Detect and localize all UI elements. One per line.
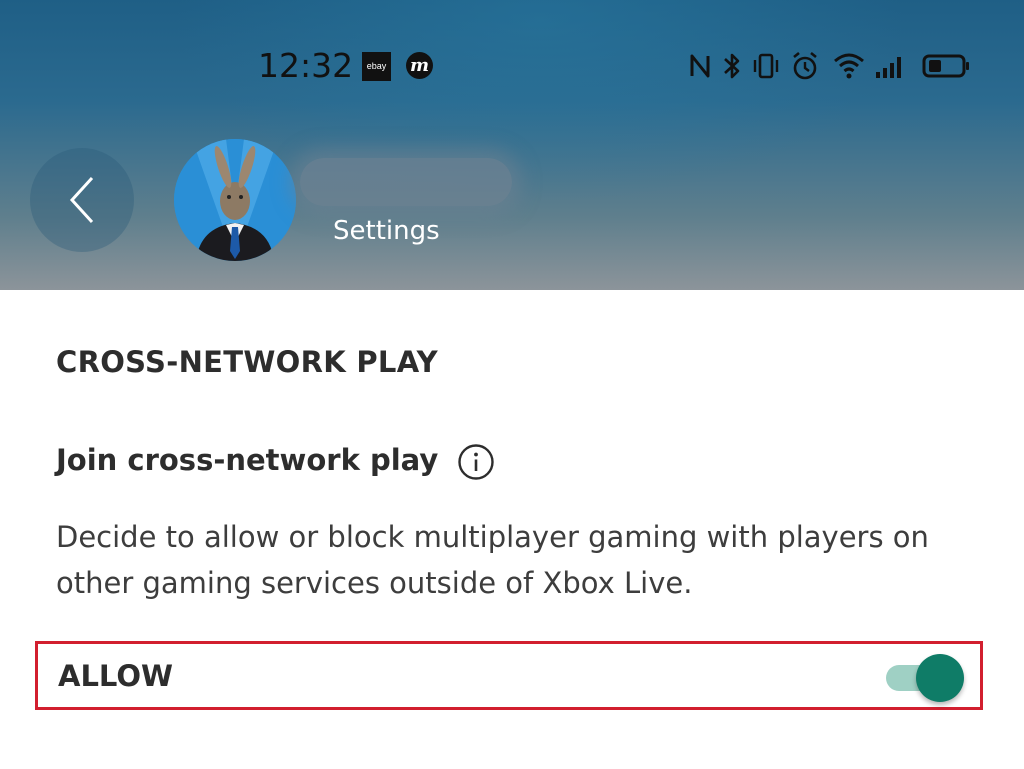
allow-toggle[interactable] [886, 654, 968, 702]
messenger-notification-icon: m [406, 52, 433, 79]
signal-icon [876, 57, 901, 78]
info-icon[interactable] [457, 443, 495, 481]
ebay-notification-icon: ebay [362, 52, 391, 81]
section-title: CROSS-NETWORK PLAY [56, 345, 438, 379]
page-subtitle: Settings [333, 216, 440, 246]
nfc-icon [690, 54, 710, 78]
allow-setting-row[interactable]: ALLOW [35, 641, 983, 710]
battery-icon [922, 54, 969, 78]
toggle-thumb [916, 654, 964, 702]
setting-title: Join cross-network play [56, 443, 439, 477]
vibrate-icon [753, 53, 779, 79]
status-bar: 12:32 ebay m [0, 40, 1024, 92]
wifi-icon [834, 53, 864, 79]
avatar-image [174, 139, 296, 261]
chevron-left-icon [69, 176, 94, 224]
header-banner: 12:32 ebay m Settings [0, 0, 1024, 290]
redacted-username [300, 158, 512, 206]
alarm-icon [793, 51, 817, 80]
bluetooth-icon [724, 53, 740, 79]
avatar[interactable] [174, 139, 296, 261]
status-clock: 12:32 [258, 46, 354, 85]
setting-description: Decide to allow or block multiplayer gam… [56, 520, 929, 600]
back-button[interactable] [30, 148, 134, 252]
allow-label: ALLOW [58, 659, 174, 693]
